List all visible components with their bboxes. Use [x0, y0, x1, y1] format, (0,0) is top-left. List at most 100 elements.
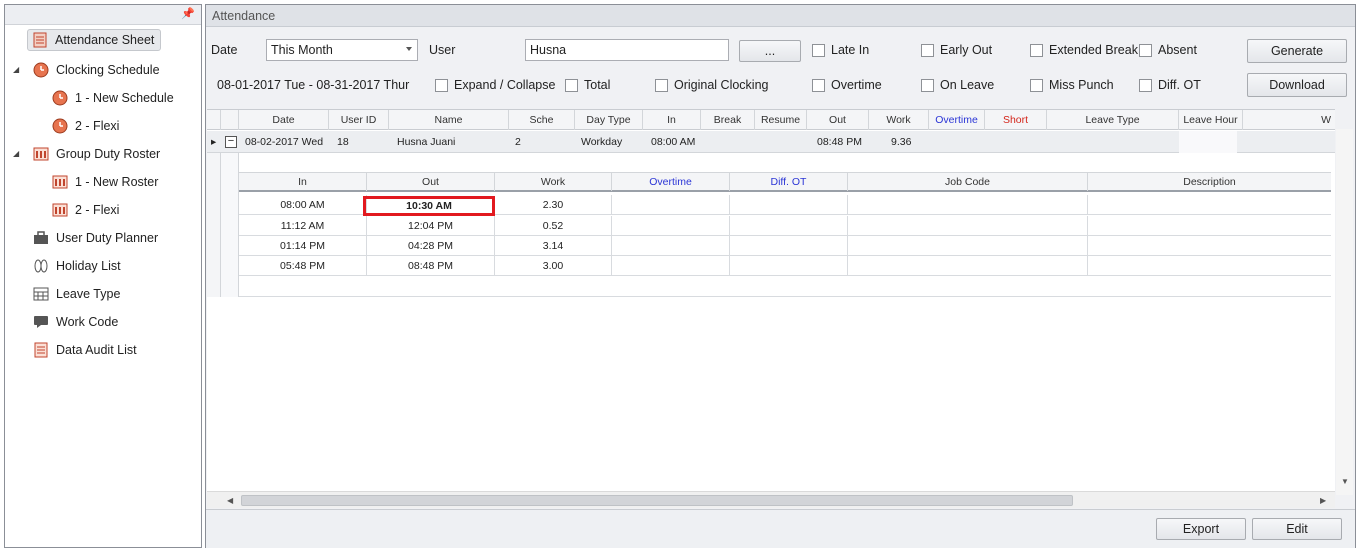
detail-cell-diff-ot — [730, 236, 848, 256]
user-input[interactable]: Husna — [525, 39, 729, 61]
pin-icon[interactable]: 📌 — [181, 7, 195, 20]
early-out-checkbox[interactable]: Early Out — [921, 43, 992, 57]
sidebar-item-holiday-list[interactable]: Holiday List — [33, 255, 121, 277]
expand-collapse-checkbox[interactable]: Expand / Collapse — [435, 78, 555, 92]
detail-cell-out-highlighted[interactable]: 10:30 AM — [363, 196, 495, 216]
diff-ot-checkbox[interactable]: Diff. OT — [1139, 78, 1201, 92]
total-checkbox[interactable]: Total — [565, 78, 610, 92]
checkbox-label: Early Out — [940, 43, 993, 57]
sidebar-item-group-duty-roster[interactable]: Group Duty Roster — [33, 143, 160, 165]
cell-name: Husna Juani — [397, 136, 456, 148]
detail-new-row[interactable] — [239, 277, 1331, 297]
collapse-row-icon[interactable]: − — [225, 136, 237, 148]
detail-cell-overtime — [612, 256, 730, 276]
detail-cell-in: 11:12 AM — [239, 216, 367, 236]
detail-row[interactable]: 08:00 AM 10:30 AM 2.30 — [239, 195, 1331, 216]
collapse-icon[interactable]: ◢ — [13, 149, 19, 158]
checkbox-label: On Leave — [940, 78, 995, 92]
sidebar-item-flexi-schedule[interactable]: 2 - Flexi — [52, 115, 119, 137]
sidebar-item-clocking-schedule[interactable]: Clocking Schedule — [33, 59, 160, 81]
column-header-sche[interactable]: Sche — [509, 110, 575, 130]
column-header-break[interactable]: Break — [701, 110, 755, 130]
column-header-leave-type[interactable]: Leave Type — [1047, 110, 1179, 130]
overtime-checkbox[interactable]: Overtime — [812, 78, 882, 92]
export-button[interactable]: Export — [1156, 518, 1246, 540]
column-header-in[interactable]: In — [643, 110, 701, 130]
expand-header — [221, 110, 239, 130]
column-header-name[interactable]: Name — [389, 110, 509, 130]
extended-break-checkbox[interactable]: Extended Break — [1030, 43, 1138, 57]
on-leave-checkbox[interactable]: On Leave — [921, 78, 994, 92]
column-header-short[interactable]: Short — [985, 110, 1047, 130]
absent-checkbox[interactable]: Absent — [1139, 43, 1197, 57]
detail-cell-overtime — [612, 216, 730, 236]
calendar-icon — [33, 286, 49, 302]
detail-grid-header: In Out Work Overtime Diff. OT Job Code D… — [239, 172, 1331, 192]
collapse-icon[interactable]: ◢ — [13, 65, 19, 74]
column-header-overtime[interactable]: Overtime — [929, 110, 985, 130]
checkbox-label: Total — [584, 78, 611, 92]
detail-header-diff-ot[interactable]: Diff. OT — [730, 173, 848, 191]
miss-punch-checkbox[interactable]: Miss Punch — [1030, 78, 1114, 92]
detail-cell-out: 08:48 PM — [367, 256, 495, 276]
chat-icon — [33, 314, 49, 330]
detail-header-job-code[interactable]: Job Code — [848, 173, 1088, 191]
scroll-left-icon[interactable]: ◀ — [227, 496, 233, 505]
column-header-leave-hour[interactable]: Leave Hour — [1179, 110, 1243, 130]
late-in-checkbox[interactable]: Late In — [812, 43, 869, 57]
original-clocking-checkbox[interactable]: Original Clocking — [655, 78, 768, 92]
sidebar-item-new-schedule[interactable]: 1 - New Schedule — [52, 87, 174, 109]
detail-header-description[interactable]: Description — [1088, 173, 1331, 191]
detail-row[interactable]: 05:48 PM 08:48 PM 3.00 — [239, 256, 1331, 276]
sidebar-item-user-duty-planner[interactable]: User Duty Planner — [33, 227, 158, 249]
column-header-date[interactable]: Date — [239, 110, 329, 130]
sidebar-item-label: Group Duty Roster — [56, 147, 161, 161]
sidebar-item-new-roster[interactable]: 1 - New Roster — [52, 171, 158, 193]
attendance-panel: Attendance Date This Month User Husna ..… — [205, 4, 1356, 548]
generate-button[interactable]: Generate — [1247, 39, 1347, 63]
scroll-down-icon[interactable]: ▼ — [1341, 477, 1349, 486]
vertical-scrollbar[interactable]: ▼ — [1336, 129, 1353, 495]
sidebar-item-flexi-roster[interactable]: 2 - Flexi — [52, 199, 119, 221]
sidebar-item-label: Work Code — [56, 315, 119, 329]
action-bar: Export Edit — [206, 509, 1355, 548]
detail-cell-out: 04:28 PM — [367, 236, 495, 256]
column-header-out[interactable]: Out — [807, 110, 869, 130]
cell-work: 9.36 — [891, 136, 912, 148]
date-range-select[interactable]: This Month — [266, 39, 418, 61]
column-header-w[interactable]: W — [1243, 110, 1335, 130]
detail-row[interactable]: 01:14 PM 04:28 PM 3.14 — [239, 236, 1331, 256]
column-header-work[interactable]: Work — [869, 110, 929, 130]
detail-row[interactable]: 11:12 AM 12:04 PM 0.52 — [239, 216, 1331, 236]
detail-cell-out: 12:04 PM — [367, 216, 495, 236]
detail-header-out[interactable]: Out — [367, 173, 495, 191]
sidebar-item-attendance-sheet[interactable]: Attendance Sheet — [27, 29, 162, 51]
detail-cell-work: 3.00 — [495, 256, 612, 276]
table-row[interactable]: ▸ − 08-02-2017 Wed 18 Husna Juani 2 Work… — [207, 131, 1335, 153]
edit-button[interactable]: Edit — [1252, 518, 1342, 540]
download-button[interactable]: Download — [1247, 73, 1347, 97]
scroll-right-icon[interactable]: ▶ — [1320, 496, 1326, 505]
panel-title: Attendance — [206, 5, 1355, 27]
checkbox-label: Miss Punch — [1049, 78, 1114, 92]
sidebar-item-work-code[interactable]: Work Code — [33, 311, 118, 333]
column-header-day-type[interactable]: Day Type — [575, 110, 643, 130]
detail-header-in[interactable]: In — [239, 173, 367, 191]
detail-header-work[interactable]: Work — [495, 173, 612, 191]
column-header-resume[interactable]: Resume — [755, 110, 807, 130]
checkbox-label: Expand / Collapse — [454, 78, 556, 92]
horizontal-scrollbar[interactable]: ◀ ▶ — [207, 491, 1335, 508]
browse-user-button[interactable]: ... — [739, 40, 801, 62]
roster-icon — [52, 174, 68, 190]
scroll-thumb[interactable] — [241, 495, 1073, 506]
sidebar-item-label: User Duty Planner — [56, 231, 159, 245]
column-header-user-id[interactable]: User ID — [329, 110, 389, 130]
detail-indent — [221, 153, 239, 297]
sidebar-item-data-audit-list[interactable]: Data Audit List — [33, 339, 137, 361]
detail-cell-overtime — [612, 236, 730, 256]
detail-cell-job-code — [848, 256, 1088, 276]
detail-cell-diff-ot — [730, 216, 848, 236]
navigation-panel: 📌 Attendance Sheet ◢ Clocking Schedule 1… — [4, 4, 202, 548]
sidebar-item-leave-type[interactable]: Leave Type — [33, 283, 120, 305]
detail-header-overtime[interactable]: Overtime — [612, 173, 730, 191]
